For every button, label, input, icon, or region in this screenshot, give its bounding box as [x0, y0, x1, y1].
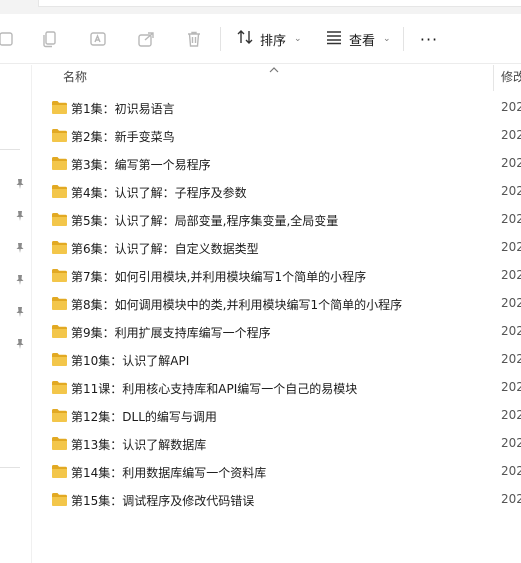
file-name: 第4集：认识了解：子程序及参数	[71, 186, 247, 200]
file-row[interactable]: 第3集：编写第一个易程序 202	[33, 150, 521, 178]
file-row[interactable]: 第6集：认识了解：自定义数据类型 202	[33, 234, 521, 262]
file-modified-date: 202	[501, 100, 521, 114]
folder-icon	[51, 492, 68, 507]
toolbar-divider	[403, 27, 404, 51]
file-name: 第9集：利用扩展支持库编写一个程序	[71, 326, 271, 340]
folder-icon	[51, 184, 68, 199]
file-row[interactable]: 第15集：调试程序及修改代码错误 202	[33, 486, 521, 514]
file-name: 第8集：如何调用模块中的类,并利用模块编写1个简单的小程序	[71, 298, 403, 312]
file-name: 第6集：认识了解：自定义数据类型	[71, 242, 259, 256]
folder-icon	[51, 100, 68, 115]
pin-icon[interactable]	[14, 207, 26, 221]
column-divider[interactable]	[493, 65, 494, 91]
folder-icon	[51, 324, 68, 339]
folder-icon	[51, 436, 68, 451]
file-name: 第12集：DLL的编写与调用	[71, 410, 217, 424]
rename-icon[interactable]	[84, 25, 112, 53]
nav-divider	[0, 149, 20, 150]
chevron-down-icon: ⌄	[383, 34, 391, 44]
pin-icon[interactable]	[14, 239, 26, 253]
view-icon	[325, 28, 343, 50]
command-bar: 排序 ⌄ 查看 ⌄ ···	[0, 14, 521, 64]
pin-icon[interactable]	[14, 271, 26, 285]
file-row[interactable]: 第2集：新手变菜鸟 202	[33, 122, 521, 150]
file-modified-date: 202	[501, 268, 521, 282]
address-bar-edge	[38, 0, 521, 7]
view-button[interactable]: 查看 ⌄	[325, 25, 391, 53]
toolbar-divider	[220, 27, 221, 51]
pin-icon[interactable]	[14, 175, 26, 189]
chevron-down-icon: ⌄	[294, 34, 302, 44]
file-rows: 第1集：初识易语言 202 第2集：新手变菜鸟 202 第3集：编写第一个易程序 202 第…	[33, 94, 521, 514]
file-row[interactable]: 第13集：认识了解数据库 202	[33, 430, 521, 458]
sort-label: 排序	[260, 33, 287, 49]
file-row[interactable]: 第10集：认识了解API 202	[33, 346, 521, 374]
file-modified-date: 202	[501, 352, 521, 366]
folder-icon	[51, 464, 68, 479]
column-header: 名称 修改	[33, 65, 521, 91]
sort-icon	[236, 28, 254, 50]
file-row[interactable]: 第1集：初识易语言 202	[33, 94, 521, 122]
file-modified-date: 202	[501, 240, 521, 254]
copy-icon[interactable]	[36, 25, 64, 53]
file-name: 第3集：编写第一个易程序	[71, 158, 211, 172]
nav-divider	[0, 467, 20, 468]
file-name: 第5集：认识了解：局部变量,程序集变量,全局变量	[71, 214, 339, 228]
file-name: 第13集：认识了解数据库	[71, 438, 207, 452]
file-row[interactable]: 第4集：认识了解：子程序及参数 202	[33, 178, 521, 206]
file-modified-date: 202	[501, 464, 521, 478]
file-name: 第1集：初识易语言	[71, 102, 175, 116]
file-row[interactable]: 第11课：利用核心支持库和API编写一个自己的易模块 202	[33, 374, 521, 402]
file-modified-date: 202	[501, 492, 521, 506]
file-modified-date: 202	[501, 436, 521, 450]
file-name: 第14集：利用数据库编写一个资料库	[71, 466, 267, 480]
file-name: 第10集：认识了解API	[71, 354, 190, 368]
file-row[interactable]: 第14集：利用数据库编写一个资料库 202	[33, 458, 521, 486]
title-strip	[0, 0, 521, 14]
delete-icon[interactable]	[180, 25, 208, 53]
view-label: 查看	[349, 33, 376, 49]
sort-ascending-icon	[269, 59, 279, 73]
cut-icon[interactable]	[0, 25, 20, 53]
file-modified-date: 202	[501, 184, 521, 198]
pin-icon[interactable]	[14, 303, 26, 317]
file-row[interactable]: 第9集：利用扩展支持库编写一个程序 202	[33, 318, 521, 346]
column-modified-header[interactable]: 修改	[501, 68, 521, 85]
folder-icon	[51, 128, 68, 143]
file-modified-date: 202	[501, 380, 521, 394]
sort-button[interactable]: 排序 ⌄	[236, 25, 302, 53]
folder-icon	[51, 380, 68, 395]
file-modified-date: 202	[501, 296, 521, 310]
pin-icon[interactable]	[14, 335, 26, 349]
column-name-header[interactable]: 名称	[63, 68, 87, 85]
folder-icon	[51, 408, 68, 423]
file-name: 第2集：新手变菜鸟	[71, 130, 175, 144]
more-options-button[interactable]: ···	[418, 25, 440, 53]
share-icon[interactable]	[132, 25, 160, 53]
file-modified-date: 202	[501, 128, 521, 142]
file-modified-date: 202	[501, 212, 521, 226]
file-modified-date: 202	[501, 324, 521, 338]
file-modified-date: 202	[501, 156, 521, 170]
folder-icon	[51, 212, 68, 227]
folder-icon	[51, 156, 68, 171]
file-row[interactable]: 第8集：如何调用模块中的类,并利用模块编写1个简单的小程序 202	[33, 290, 521, 318]
file-name: 第15集：调试程序及修改代码错误	[71, 494, 255, 508]
folder-icon	[51, 296, 68, 311]
folder-icon	[51, 352, 68, 367]
file-list: 名称 修改 第1集：初识易语言 202 第2集：新手变菜鸟 202 第3集：编写第一个易…	[33, 65, 521, 563]
file-row[interactable]: 第12集：DLL的编写与调用 202	[33, 402, 521, 430]
file-row[interactable]: 第7集：如何引用模块,并利用模块编写1个简单的小程序 202	[33, 262, 521, 290]
folder-icon	[51, 268, 68, 283]
file-row[interactable]: 第5集：认识了解：局部变量,程序集变量,全局变量 202	[33, 206, 521, 234]
file-name: 第11课：利用核心支持库和API编写一个自己的易模块	[71, 382, 358, 396]
file-name: 第7集：如何引用模块,并利用模块编写1个简单的小程序	[71, 270, 367, 284]
navigation-pane	[0, 65, 32, 563]
folder-icon	[51, 240, 68, 255]
file-modified-date: 202	[501, 408, 521, 422]
